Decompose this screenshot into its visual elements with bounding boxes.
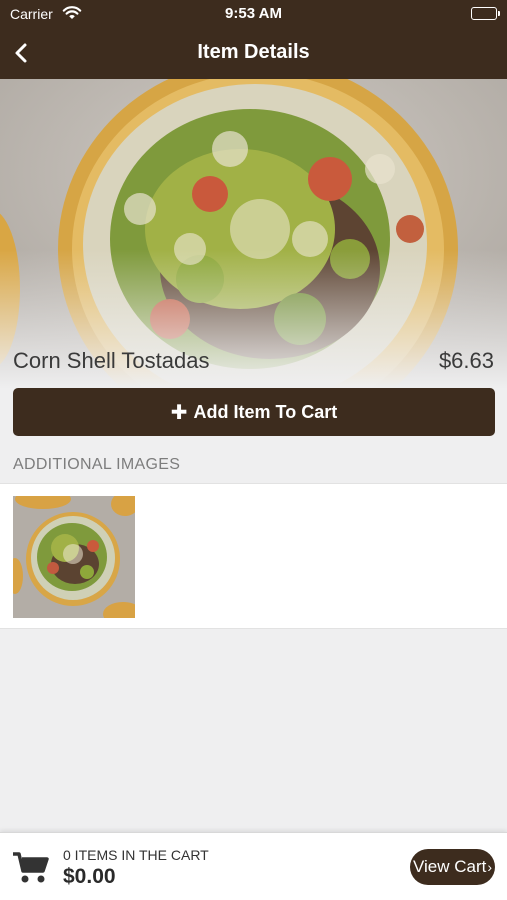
cart-total: $0.00 [63,865,116,888]
additional-images-title: ADDITIONAL IMAGES [13,456,181,473]
cart-icon[interactable] [12,851,50,890]
add-to-cart-label: Add Item To Cart [193,401,338,422]
plus-icon: ✚ [170,401,188,424]
view-cart-label: View Cart [412,857,487,876]
chevron-right-icon: › [487,859,493,875]
clock: 9:53 AM [225,5,282,22]
cart-bar: 0 ITEMS IN THE CART $0.00 View Cart › [0,832,507,900]
item-price: $6.63 [438,348,494,373]
add-to-cart-button[interactable]: ✚ Add Item To Cart [13,388,495,436]
status-bar: Carrier 9:53 AM [0,0,507,28]
cart-item-count: 0 ITEMS IN THE CART [63,847,209,863]
additional-image-thumbnail[interactable] [13,496,135,618]
item-name: Corn Shell Tostadas [13,348,210,373]
page-title: Item Details [197,41,310,63]
battery-icon [471,7,500,20]
item-hero-image [0,79,507,389]
view-cart-button[interactable]: View Cart › [410,849,495,885]
additional-images-list [0,483,507,629]
nav-bar: Item Details [0,28,507,79]
